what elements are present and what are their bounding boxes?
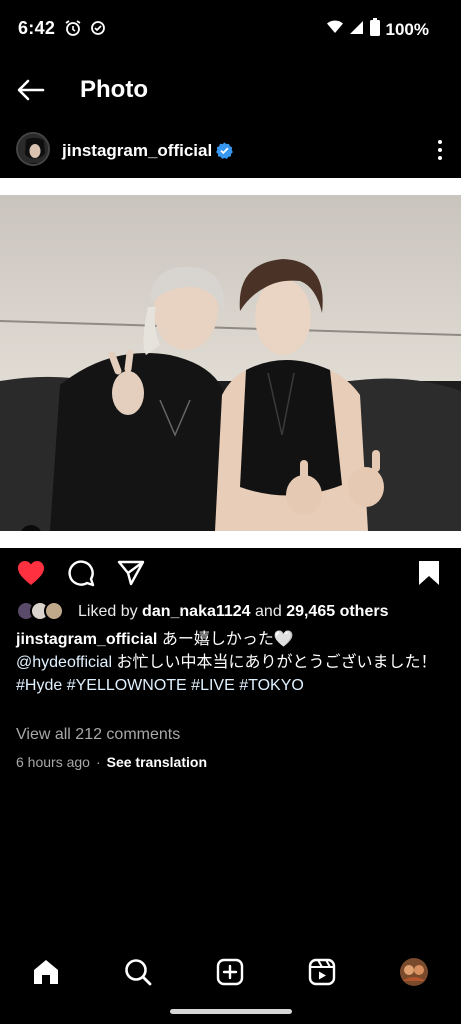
heart-icon [18, 561, 44, 585]
wifi-icon [326, 19, 344, 40]
alarm-icon [64, 19, 82, 42]
check-circle-icon [90, 20, 106, 41]
post-time: 6 hours ago [16, 754, 90, 770]
share-icon [117, 560, 145, 586]
caption-text: あー嬉しかった🤍 [161, 631, 294, 648]
caption-text: お忙しい中本当にありがとうございました！ [116, 654, 437, 671]
like-button[interactable] [16, 558, 46, 588]
likes-row[interactable]: Liked by dan_naka1124 and 29,465 others [16, 600, 388, 624]
liker-avatar [44, 601, 64, 621]
avatar[interactable] [16, 132, 50, 166]
page-title: Photo [80, 76, 148, 103]
liker-avatars [16, 601, 72, 623]
photo-frame [0, 178, 461, 548]
home-indicator[interactable] [170, 1009, 292, 1014]
more-vertical-icon [438, 140, 442, 144]
share-button[interactable] [116, 558, 146, 588]
caption-username[interactable]: jinstagram_official [16, 631, 157, 648]
nav-home[interactable] [30, 956, 62, 988]
bookmark-icon [419, 561, 439, 585]
likes-text: Liked by dan_naka1124 and 29,465 others [78, 603, 389, 620]
home-icon [34, 960, 58, 984]
post-username[interactable]: jinstagram_official [62, 141, 212, 161]
nav-search[interactable] [122, 956, 154, 988]
signal-icon [349, 19, 364, 40]
status-bar: 6:42 100% [0, 0, 461, 58]
caption-hashtags[interactable]: #Hyde #YELLOWNOTE #LIVE #TOKYO [16, 677, 304, 694]
arrow-left-icon [17, 79, 45, 101]
nav-reels[interactable] [306, 956, 338, 988]
search-icon [125, 959, 152, 986]
post-meta: 6 hours ago · See translation [16, 754, 207, 770]
comment-button[interactable] [66, 558, 96, 588]
comment-icon [68, 560, 95, 587]
app-bar: Photo [0, 62, 461, 118]
view-comments-link[interactable]: View all 212 comments [16, 726, 180, 744]
post-actions [0, 556, 461, 592]
battery-icon [369, 18, 380, 41]
nav-profile[interactable] [398, 956, 430, 988]
post-caption: jinstagram_official あー嬉しかった🤍 @hydeoffici… [16, 628, 446, 697]
post-header: jinstagram_official [0, 128, 461, 174]
likes-others[interactable]: 29,465 others [286, 603, 388, 620]
meta-separator: · [95, 754, 101, 770]
caption-mention[interactable]: @hydeofficial [16, 654, 112, 671]
post-photo[interactable] [0, 195, 461, 531]
verified-badge-icon [216, 142, 233, 159]
bottom-nav [0, 944, 461, 1000]
battery-percent: 100% [385, 19, 429, 39]
save-button[interactable] [414, 558, 444, 588]
more-options-button[interactable] [435, 136, 445, 164]
profile-avatar [400, 958, 428, 986]
reels-icon [308, 958, 336, 986]
create-icon [216, 958, 244, 986]
see-translation-link[interactable]: See translation [107, 754, 207, 770]
back-button[interactable] [14, 74, 48, 106]
status-time: 6:42 [18, 18, 56, 38]
nav-create[interactable] [214, 956, 246, 988]
liker-username[interactable]: dan_naka1124 [142, 603, 251, 620]
